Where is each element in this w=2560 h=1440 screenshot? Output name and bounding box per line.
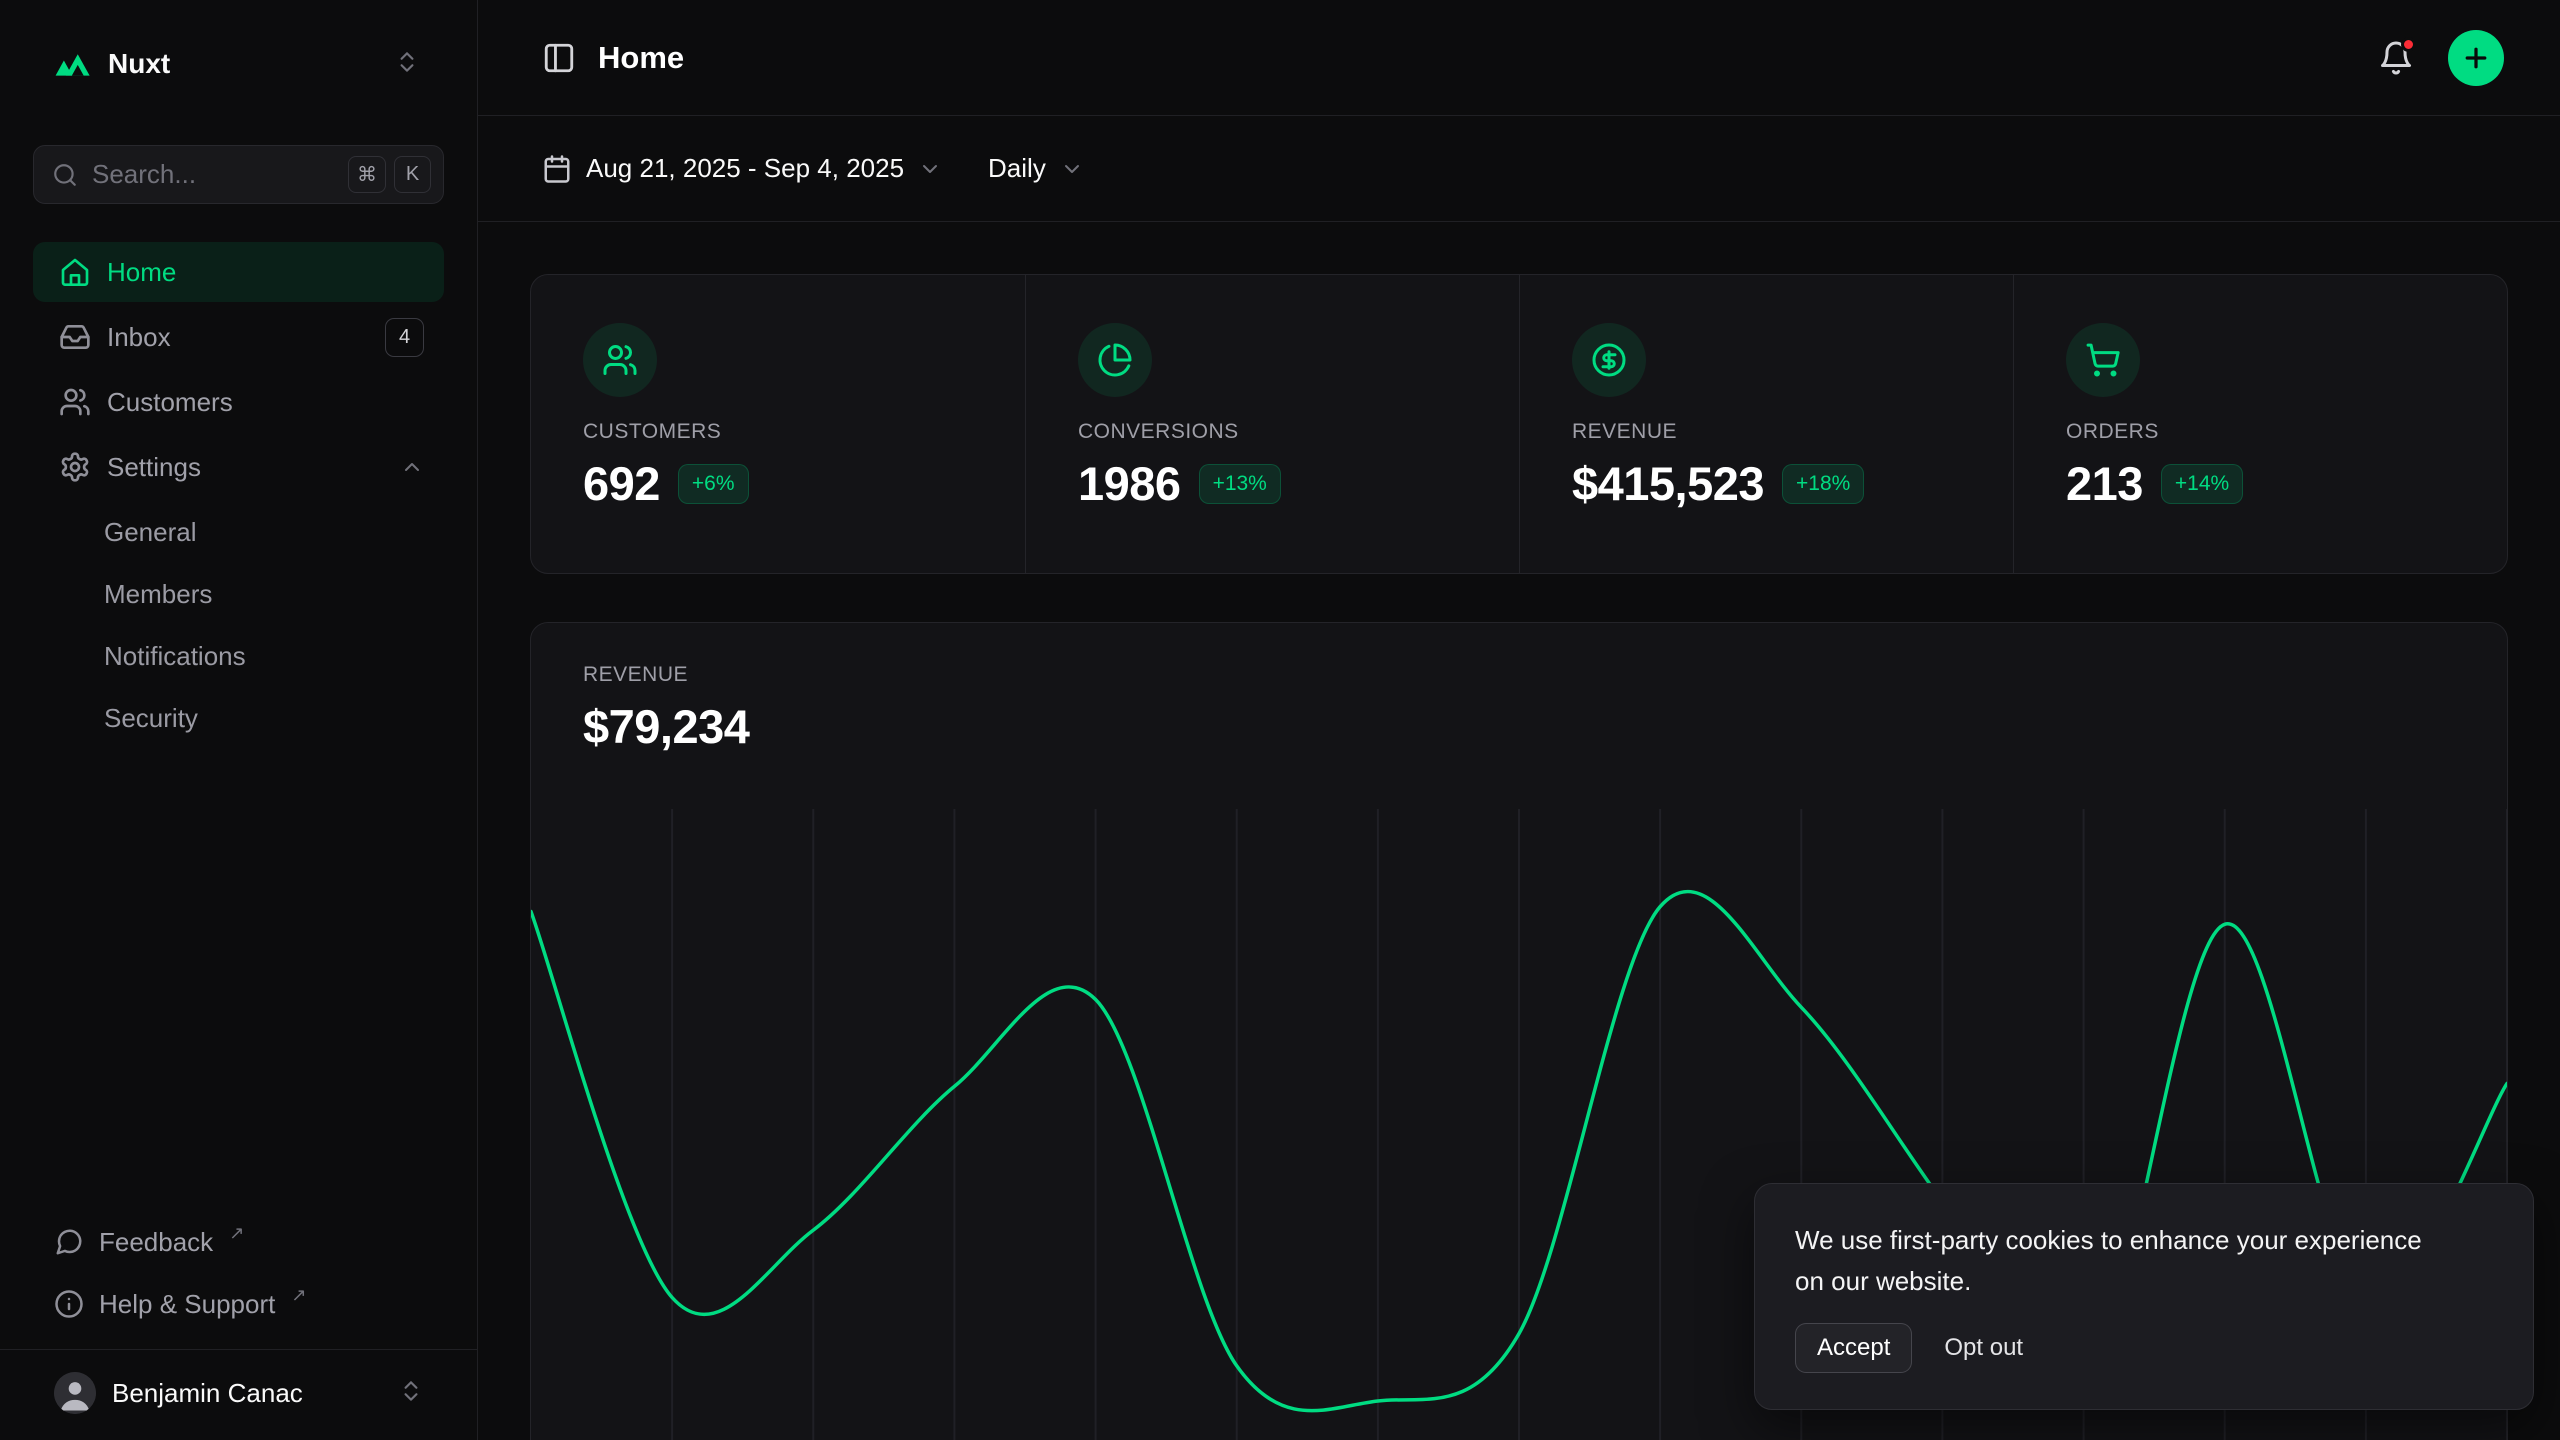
inbox-count-badge: 4: [385, 318, 424, 357]
chevron-up-icon: [400, 455, 424, 479]
cookie-actions: Accept Opt out: [1795, 1323, 2493, 1373]
message-bubble-icon: [54, 1227, 84, 1257]
page-title: Home: [598, 40, 684, 76]
nuxt-logo-icon: [54, 51, 92, 78]
user-menu[interactable]: Benjamin Canac: [0, 1349, 477, 1420]
chevron-down-icon: [918, 157, 942, 181]
settings-subnav: General Members Notifications Security: [33, 502, 444, 748]
workspace-switcher[interactable]: Nuxt: [33, 32, 444, 96]
calendar-icon: [542, 154, 572, 184]
panel-left-icon[interactable]: [542, 41, 576, 75]
revenue-card-header: REVENUE $79,234: [531, 623, 2507, 754]
kbd-command: ⌘: [348, 156, 386, 193]
stat-customers: CUSTOMERS 692 +6%: [531, 275, 1025, 573]
sidebar-item-label: Settings: [107, 452, 384, 483]
sidebar-footer: Feedback ↗ Help & Support ↗: [33, 1215, 444, 1331]
chevron-down-icon: [1060, 157, 1084, 181]
stat-delta-badge: +13%: [1199, 464, 1281, 504]
inbox-icon: [59, 321, 91, 353]
cookie-banner: We use first-party cookies to enhance yo…: [1754, 1183, 2534, 1410]
search-input[interactable]: Search... ⌘ K: [33, 145, 444, 204]
home-icon: [59, 256, 91, 288]
granularity-value: Daily: [988, 153, 1046, 184]
cookie-message: We use first-party cookies to enhance yo…: [1795, 1220, 2435, 1301]
stat-label: REVENUE: [1572, 420, 1961, 444]
help-support-link[interactable]: Help & Support ↗: [33, 1277, 444, 1331]
stat-orders: ORDERS 213 +14%: [2013, 275, 2507, 573]
dollar-circle-icon: [1572, 323, 1646, 397]
stat-label: CONVERSIONS: [1078, 420, 1467, 444]
sidebar-item-members[interactable]: Members: [33, 564, 444, 624]
sidebar: Nuxt Search... ⌘ K Home: [0, 0, 478, 1440]
sidebar-item-security[interactable]: Security: [33, 688, 444, 748]
gear-icon: [59, 451, 91, 483]
kbd-k: K: [394, 156, 431, 193]
external-link-icon: ↗: [291, 1285, 306, 1306]
stat-delta-badge: +18%: [1782, 464, 1864, 504]
pie-chart-icon: [1078, 323, 1152, 397]
stat-label: CUSTOMERS: [583, 420, 973, 444]
cart-icon: [2066, 323, 2140, 397]
help-support-label: Help & Support: [99, 1289, 275, 1320]
stat-conversions: CONVERSIONS 1986 +13%: [1025, 275, 1519, 573]
sidebar-item-home[interactable]: Home: [33, 242, 444, 302]
revenue-card-label: REVENUE: [583, 663, 2455, 687]
sidebar-item-notifications[interactable]: Notifications: [33, 626, 444, 686]
stat-value: 213: [2066, 456, 2143, 511]
workspace-name: Nuxt: [108, 48, 170, 80]
stat-value: 1986: [1078, 456, 1181, 511]
sidebar-item-label: Customers: [107, 387, 424, 418]
stat-delta-badge: +14%: [2161, 464, 2243, 504]
stat-revenue: REVENUE $415,523 +18%: [1519, 275, 2013, 573]
sidebar-item-label: Inbox: [107, 322, 369, 353]
plus-icon: [2461, 43, 2491, 73]
sidebar-nav: Home Inbox 4 Customers Settings: [33, 242, 444, 748]
date-range-value: Aug 21, 2025 - Sep 4, 2025: [586, 153, 904, 184]
cookie-accept-button[interactable]: Accept: [1795, 1323, 1912, 1373]
feedback-label: Feedback: [99, 1227, 213, 1258]
chevrons-up-down-icon: [398, 1378, 424, 1409]
filters-toolbar: Aug 21, 2025 - Sep 4, 2025 Daily: [478, 116, 2560, 222]
page-header: Home: [478, 0, 2560, 116]
users-icon: [59, 386, 91, 418]
add-button[interactable]: [2448, 30, 2504, 86]
stat-label: ORDERS: [2066, 420, 2455, 444]
chevrons-up-down-icon: [394, 49, 420, 80]
user-name: Benjamin Canac: [112, 1378, 303, 1409]
users-icon: [583, 323, 657, 397]
header-right: [2378, 30, 2504, 86]
external-link-icon: ↗: [229, 1223, 244, 1244]
sidebar-item-inbox[interactable]: Inbox 4: [33, 307, 444, 367]
feedback-link[interactable]: Feedback ↗: [33, 1215, 444, 1269]
stat-delta-badge: +6%: [678, 464, 749, 504]
notifications-button[interactable]: [2378, 40, 2414, 76]
date-range-picker[interactable]: Aug 21, 2025 - Sep 4, 2025: [542, 153, 942, 184]
revenue-card-value: $79,234: [583, 699, 2455, 754]
search-placeholder: Search...: [92, 159, 334, 190]
stat-value: 692: [583, 456, 660, 511]
granularity-select[interactable]: Daily: [988, 153, 1084, 184]
cookie-optout-button[interactable]: Opt out: [1926, 1323, 2041, 1373]
avatar: [54, 1372, 96, 1414]
sidebar-item-customers[interactable]: Customers: [33, 372, 444, 432]
header-left: Home: [542, 40, 684, 76]
stats-panel: CUSTOMERS 692 +6% CONVERSIONS 1986 +13%: [530, 274, 2508, 574]
sidebar-item-general[interactable]: General: [33, 502, 444, 562]
search-icon: [52, 162, 78, 188]
stat-value: $415,523: [1572, 456, 1764, 511]
sidebar-item-settings[interactable]: Settings: [33, 437, 444, 497]
notification-dot: [2401, 37, 2416, 52]
info-circle-icon: [54, 1289, 84, 1319]
sidebar-item-label: Home: [107, 257, 424, 288]
